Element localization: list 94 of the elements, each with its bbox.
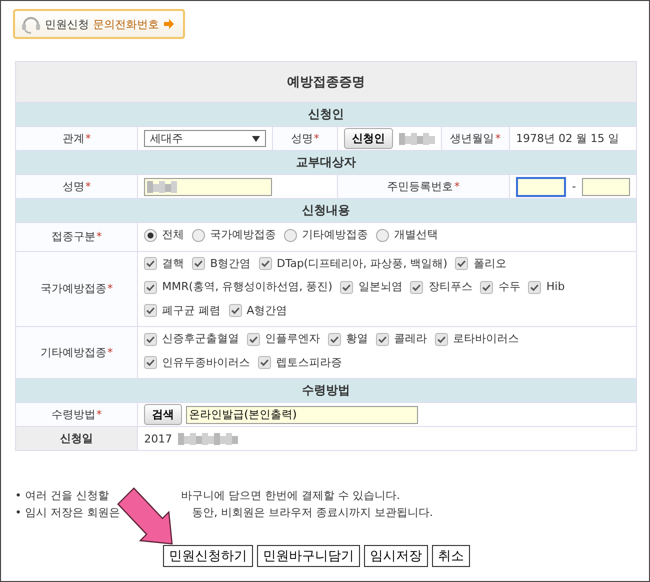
- note-text: • 임시 저장은 회원은: [15, 505, 120, 521]
- arrow-icon: [163, 18, 175, 30]
- option-label: 황열: [346, 331, 368, 347]
- note-text: 동안, 비회원은 브라우저 종료시까지 보관됩니다.: [192, 505, 433, 521]
- option-label: 렙토스피라증: [276, 354, 342, 370]
- required-mark: *: [96, 408, 102, 421]
- required-mark: *: [85, 180, 91, 193]
- checkbox[interactable]: [410, 280, 424, 294]
- field-label: 기타예방접종: [40, 346, 106, 359]
- action-button[interactable]: 취소: [432, 545, 470, 567]
- action-button[interactable]: 임시저장: [364, 545, 428, 567]
- note-text: • 여러 건을 신청할: [15, 488, 109, 504]
- required-mark: *: [85, 132, 91, 145]
- section-heading: 신청인: [308, 107, 344, 121]
- option-label: 전체: [162, 227, 184, 243]
- birth-date: 1978년 02 월 15 일: [516, 132, 619, 145]
- checkbox[interactable]: [228, 304, 242, 317]
- required-mark: *: [454, 180, 460, 193]
- checkbox[interactable]: [435, 332, 448, 346]
- option-label: Hib: [546, 279, 565, 295]
- action-button[interactable]: 민원바구니담기: [257, 545, 360, 567]
- checkbox[interactable]: [328, 332, 342, 346]
- checkbox[interactable]: [340, 280, 354, 294]
- checkbox[interactable]: [258, 356, 272, 369]
- field-label: 접종구분: [51, 230, 96, 244]
- required-mark: *: [314, 132, 320, 145]
- field-label: 생년월일: [450, 132, 494, 145]
- id-field[interactable]: [516, 176, 566, 196]
- option-label: MMR(홍역, 유행성이하선염, 풍진): [162, 279, 332, 295]
- option-label: DTap(디프테리아, 파상풍, 백일해): [276, 256, 448, 272]
- field-label: 성명: [62, 180, 84, 193]
- field-label: 주민등록번호: [387, 180, 454, 193]
- name-field[interactable]: [144, 178, 272, 196]
- search-button[interactable]: 검색: [144, 404, 182, 425]
- form-title: 예방접종증명: [287, 75, 365, 90]
- option-label: 신증후군출혈열: [162, 331, 240, 347]
- applicant-button[interactable]: 신청인: [344, 128, 393, 149]
- separator: -: [572, 180, 576, 193]
- option-label: 결핵: [162, 256, 184, 272]
- radio-button[interactable]: [284, 228, 298, 242]
- required-mark: *: [495, 132, 501, 145]
- action-button[interactable]: 민원신청하기: [163, 545, 253, 567]
- option-label: 수두: [498, 279, 520, 295]
- field-label: 수령방법: [51, 408, 96, 421]
- field-label: 국가예방접종: [40, 282, 106, 296]
- option-label: 로타바이러스: [453, 331, 520, 347]
- checkbox[interactable]: [480, 280, 494, 294]
- redacted-mark: [147, 180, 178, 192]
- note-text: 바구니에 담으면 한번에 결제할 수 있습니다.: [180, 488, 400, 504]
- badge-label: 민원신청: [45, 16, 89, 32]
- id-field[interactable]: [582, 178, 630, 196]
- option-label: 일본뇌염: [358, 279, 402, 295]
- checkbox[interactable]: [455, 257, 468, 270]
- field-label: 성명: [290, 132, 313, 145]
- option-label: 폐구균 폐렴: [162, 302, 221, 318]
- checkbox[interactable]: [258, 257, 272, 270]
- section-heading: 신청내용: [302, 203, 350, 217]
- option-label: 장티푸스: [428, 279, 472, 295]
- required-mark: *: [107, 282, 113, 296]
- radio-button[interactable]: [192, 228, 206, 242]
- phone-link[interactable]: 문의전화번호: [93, 16, 159, 32]
- field-label: 관계: [62, 132, 84, 145]
- checkbox[interactable]: [144, 332, 158, 346]
- redacted-mark: [178, 432, 238, 445]
- checkbox[interactable]: [528, 280, 542, 294]
- option-label: A형간염: [246, 302, 288, 318]
- option-label: 기타예방접종: [302, 227, 368, 243]
- radio-button[interactable]: [376, 228, 390, 242]
- option-label: 폴리오: [473, 256, 506, 272]
- option-label: 국가예방접종: [210, 227, 276, 243]
- caret-icon: [252, 136, 260, 142]
- field-label: 신청일: [60, 432, 94, 445]
- section-heading: 교부대상자: [296, 155, 356, 169]
- radio-button[interactable]: [144, 228, 158, 242]
- option-label: B형간염: [210, 256, 251, 272]
- help-badge[interactable]: 민원신청 문의전화번호: [13, 9, 185, 39]
- section-heading: 수령방법: [302, 383, 350, 397]
- checkbox[interactable]: [376, 332, 390, 346]
- checkbox[interactable]: [144, 280, 158, 294]
- required-mark: *: [96, 230, 102, 244]
- method-field[interactable]: 온라인발급(본인출력): [186, 406, 418, 424]
- option-label: 개별선택: [394, 227, 438, 243]
- checkbox[interactable]: [247, 332, 260, 346]
- checkbox[interactable]: [192, 257, 206, 270]
- option-label: 인유두종바이러스: [162, 354, 250, 370]
- relation-dropdown[interactable]: 세대주: [144, 130, 266, 147]
- checkbox[interactable]: [144, 257, 158, 270]
- checkbox[interactable]: [144, 304, 158, 317]
- application-date: 2017: [144, 432, 172, 446]
- checkbox[interactable]: [144, 356, 158, 369]
- redacted-mark: [398, 132, 435, 144]
- option-label: 인플루엔자: [265, 331, 320, 347]
- option-label: 콜레라: [394, 331, 428, 347]
- required-mark: *: [107, 346, 113, 359]
